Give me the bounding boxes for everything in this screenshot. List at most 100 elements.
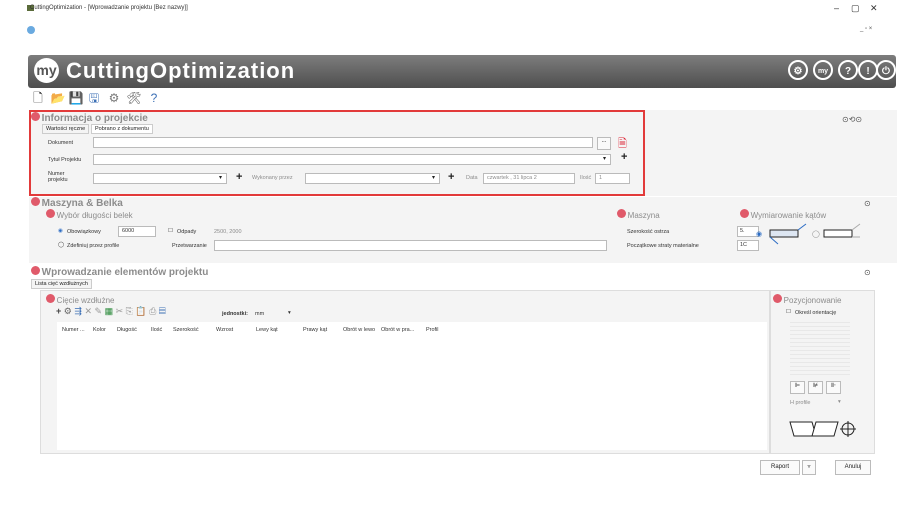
wykonany-dropdown-icon[interactable]: ▾ [432,174,435,181]
obowiazkowy-radio[interactable]: ◉ [58,228,63,234]
delete-icon[interactable]: ✕ [84,306,92,316]
column-header[interactable]: Lewy kąt [256,327,278,333]
wykonany-label: Wykonany przez [252,175,293,181]
mdi-icon [27,26,35,34]
maszyna-title: Maszyna [627,211,660,220]
add-number-button[interactable]: + [236,171,242,183]
my-account-icon[interactable]: my [813,60,833,80]
collapse-elements-icon[interactable] [31,266,40,275]
angle-diagram-1-icon [769,223,807,245]
jednostki-dropdown-icon[interactable]: ▾ [288,310,291,316]
header-banner: my CuttingOptimization ⚙ my ? ! ⏻ [28,55,896,88]
browse-button[interactable]: ... [597,137,611,150]
add-title-button[interactable]: + [621,151,627,163]
add-author-button[interactable]: + [448,171,454,183]
przetwarzanie-input[interactable] [214,240,607,251]
przetwarzanie-label: Przetwarzanie [172,243,207,249]
new-file-icon[interactable]: 🗋 [30,90,46,106]
column-header[interactable]: Obrót w lewo [343,327,375,333]
report-dropdown-button[interactable]: ▿ [802,460,816,475]
positioning-title: Pozycjonowanie [783,296,842,305]
power-icon[interactable]: ⏻ [876,60,896,80]
column-header[interactable]: Numer ... [62,327,85,333]
help-icon[interactable]: ? [838,60,858,80]
align-right-icon[interactable]: ⊪ [826,381,841,394]
numer-input[interactable] [93,173,227,184]
tools-row-icon[interactable]: ⚙ [64,306,72,316]
title-bar: CuttingOptimization - [Wprowadzanie proj… [0,0,900,22]
print-icon[interactable]: ⎙ [149,306,156,316]
tab-manual-values[interactable]: Wartości ręczne [42,124,90,134]
help-machine-icon[interactable]: ⊙ [864,199,871,208]
collapse-machine-icon[interactable] [31,197,40,206]
tools-icon[interactable]: 🛠 [126,90,142,106]
jednostki-select[interactable]: mm [255,311,264,317]
odpady-checkbox[interactable]: ☐ [168,228,173,234]
date-input[interactable]: czwartek , 31 lipca 2 [483,173,575,184]
mdi-controls[interactable]: _ ▫ × [860,26,872,32]
profile-select[interactable]: H profile [790,400,810,406]
settings-circle-icon[interactable]: ⚙ [788,60,808,80]
column-header[interactable]: Długość [117,327,137,333]
zdefiniuj-radio[interactable]: ◯ [58,242,64,248]
pencil-icon[interactable]: ✎ [95,306,103,316]
close-button[interactable]: ✕ [870,3,878,14]
align-left-icon[interactable]: ⊫ [790,381,805,394]
cut-icon[interactable]: ✂ [116,306,124,316]
elements-header: Wprowadzanie elementów projektu [31,266,208,278]
cancel-button[interactable]: Anuluj [835,460,871,475]
dokument-input[interactable] [93,137,593,148]
data-label: Data [466,175,478,181]
orientation-checkbox[interactable]: ☐ [786,309,791,315]
column-header[interactable]: Wzrost [216,327,233,333]
collapse-icon[interactable] [31,112,40,121]
add-row-icon[interactable]: + [56,306,61,316]
column-header[interactable]: Szerokość [173,327,199,333]
obowiazkowy-label: Obowiązkowy [67,229,101,235]
maximize-button[interactable]: ▢ [851,3,860,14]
copy-icon[interactable]: ⎘ [126,306,133,316]
help-elements-icon[interactable]: ⊙ [864,268,871,277]
chevron-down-icon[interactable]: ▾ [603,155,606,162]
wymiarowanie-bullet [740,209,749,218]
report-button[interactable]: Raport [760,460,800,475]
section-controls[interactable]: ⊙⟲⊙ [842,115,862,124]
angle-option-1-radio[interactable]: ◉ [756,230,762,238]
machine-beam-section [29,197,897,263]
positioning-preview [790,320,850,375]
wymiarowanie-title: Wymiarowanie kątów [750,211,827,220]
align-center-icon[interactable]: ⊯ [808,381,823,394]
wykonany-input[interactable] [305,173,440,184]
gear-icon[interactable]: ⚙ [106,90,122,106]
info-icon[interactable]: ! [858,60,878,80]
grid-icon[interactable]: ▦ [105,306,114,316]
tytul-input[interactable] [93,154,611,165]
help-toolbar-icon[interactable]: ? [146,90,162,106]
tab-from-document[interactable]: Pobrano z dokumentu [91,124,153,134]
cut-list-toolbar: + ⚙ ⇶ ✕ ✎ ▦ ✂ ⎘ 📋 ⎙ ▤ [56,306,166,317]
tytul-label: Tytuł Projektu [48,157,82,163]
tab-cut-list[interactable]: Lista cięć wzdłużnych [31,279,92,289]
numer-dropdown-icon[interactable]: ▾ [219,174,222,181]
ilosc-input[interactable]: 1 [595,173,630,184]
column-header[interactable]: Ilość [151,327,162,333]
ciecie-title: Cięcie wzdłużne [56,296,115,305]
straty-input[interactable]: 1C [737,240,759,251]
ilosc-label: Ilość [580,175,592,181]
column-header[interactable]: Prawy kąt [303,327,327,333]
column-header[interactable]: Kolor [93,327,106,333]
obowiazkowy-input[interactable]: 6000 [118,226,156,237]
table-icon[interactable]: ▤ [159,306,166,316]
minimize-button[interactable]: – [834,3,839,13]
paste-icon[interactable]: 📋 [135,306,146,316]
save-icon[interactable]: 💾 [68,90,84,106]
column-header[interactable]: Obrót w pra... [381,327,414,333]
column-header[interactable]: Profil [426,327,439,333]
save-as-icon[interactable]: 🖫 [86,90,102,106]
cut-table[interactable] [57,322,767,450]
import-icon[interactable]: ⇶ [74,306,82,316]
zdefiniuj-label: Zdefiniuj przez profile [67,243,120,249]
profile-dropdown-icon[interactable]: ▾ [838,399,841,405]
angle-option-2-radio[interactable]: ◯ [812,230,820,238]
open-folder-icon[interactable]: 📂 [50,90,66,106]
